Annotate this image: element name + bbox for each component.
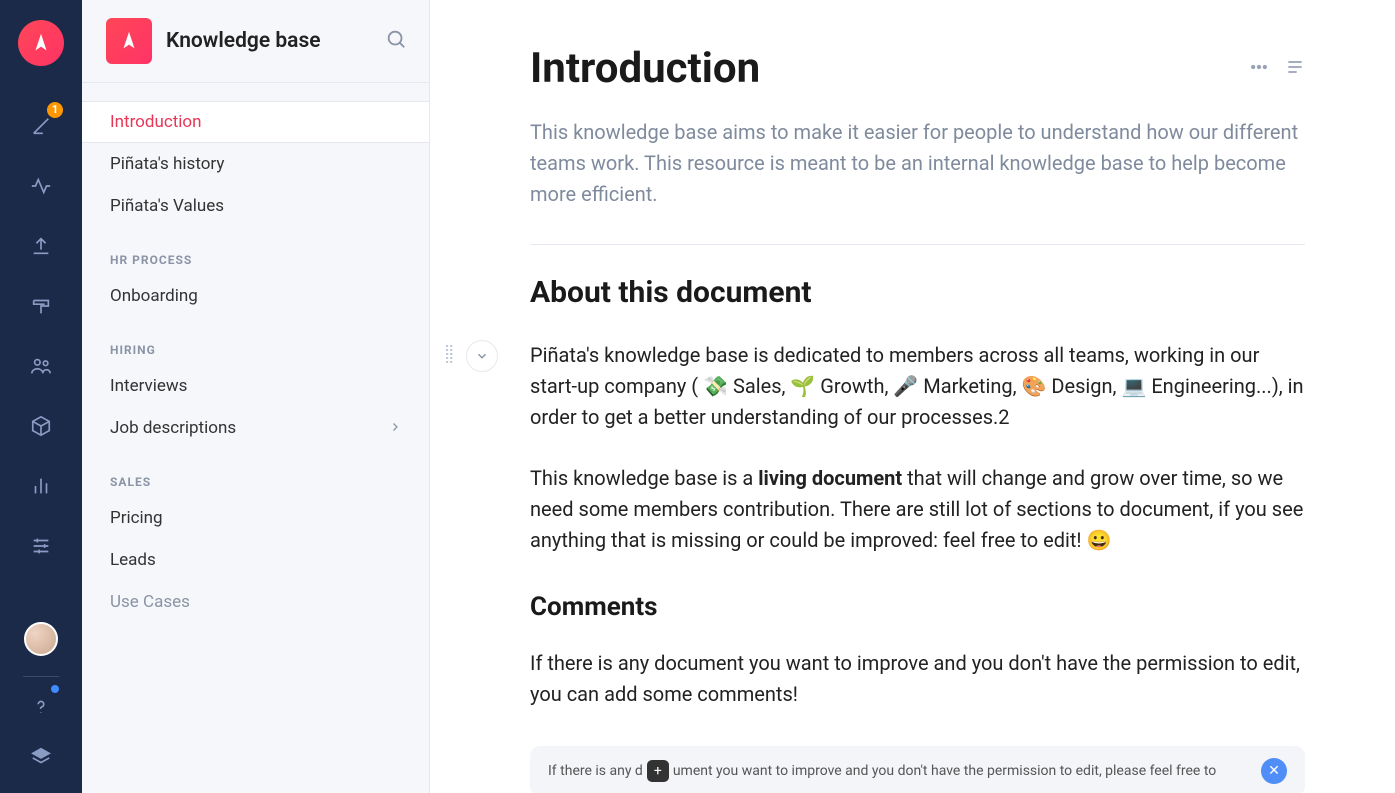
callout-text: If there is any d — [548, 763, 643, 779]
document-main: Introduction This knowledge base aims to… — [430, 0, 1395, 793]
sidebar: Knowledge base Introduction Piñata's his… — [82, 0, 430, 793]
text: 💸 Sales, — [703, 374, 790, 398]
page-title: Introduction — [530, 44, 1233, 93]
doc-intro: This knowledge base aims to make it easi… — [530, 117, 1305, 210]
rail-paint[interactable] — [21, 286, 61, 326]
callout-text: ument you want to improve and you don't … — [673, 763, 1216, 779]
text-bold: living document — [758, 466, 902, 490]
app-logo[interactable] — [18, 20, 64, 66]
nav-item-introduction[interactable]: Introduction — [82, 101, 429, 143]
collapse-button[interactable] — [466, 340, 498, 372]
rail-help[interactable] — [21, 687, 61, 727]
text: This knowledge base is a — [530, 466, 758, 490]
nav-section-hiring: HIRING — [82, 317, 429, 365]
heading-about: About this document — [530, 275, 1305, 310]
rail-layers[interactable] — [21, 737, 61, 777]
rail-badge: 1 — [47, 102, 63, 118]
nav-section-hr: HR PROCESS — [82, 227, 429, 275]
heading-comments: Comments — [530, 592, 1305, 622]
doc-block: ⠿⠿ Piñata's knowledge base is dedicated … — [530, 340, 1305, 433]
text: 🎨 Design, — [1022, 374, 1122, 398]
outline-icon[interactable] — [1285, 57, 1305, 81]
more-icon[interactable] — [1249, 57, 1269, 81]
block-handle: ⠿⠿ — [444, 340, 498, 372]
text: 🎤 Marketing, — [893, 374, 1021, 398]
nav-label: Piñata's history — [110, 154, 224, 174]
nav-label: Interviews — [110, 376, 187, 396]
app-rail: 1 — [0, 0, 82, 793]
doc-title-row: Introduction — [530, 44, 1305, 93]
nav-item-use-cases[interactable]: Use Cases — [82, 581, 429, 623]
nav-item-job-descriptions[interactable]: Job descriptions — [82, 407, 429, 449]
chevron-right-icon — [389, 418, 401, 438]
doc-paragraph-3: If there is any document you want to imp… — [530, 648, 1305, 710]
nav-label: Job descriptions — [110, 418, 236, 438]
callout-close-icon[interactable]: ✕ — [1261, 758, 1287, 784]
nav-item-history[interactable]: Piñata's history — [82, 143, 429, 185]
nav-item-interviews[interactable]: Interviews — [82, 365, 429, 407]
rail-upload[interactable] — [21, 226, 61, 266]
kb-logo[interactable] — [106, 18, 152, 64]
nav-item-values[interactable]: Piñata's Values — [82, 185, 429, 227]
nav-label: Introduction — [110, 112, 202, 132]
kb-title: Knowledge base — [166, 29, 385, 53]
nav-label: Pricing — [110, 508, 163, 528]
rail-sliders[interactable] — [21, 526, 61, 566]
divider — [530, 244, 1305, 245]
sidebar-header: Knowledge base — [82, 0, 429, 83]
nav-label: Piñata's Values — [110, 196, 224, 216]
doc-paragraph-2: This knowledge base is a living document… — [530, 463, 1305, 556]
search-icon[interactable] — [385, 28, 407, 54]
rail-activity[interactable] — [21, 166, 61, 206]
nav-item-leads[interactable]: Leads — [82, 539, 429, 581]
rail-notes[interactable]: 1 — [21, 106, 61, 146]
callout: If there is any d + ument you want to im… — [530, 746, 1305, 793]
drag-handle-icon[interactable]: ⠿⠿ — [444, 348, 456, 364]
nav-section-sales: SALES — [82, 449, 429, 497]
callout-plus-icon[interactable]: + — [647, 760, 669, 782]
rail-people[interactable] — [21, 346, 61, 386]
help-dot — [51, 685, 59, 693]
nav-item-pricing[interactable]: Pricing — [82, 497, 429, 539]
nav-item-onboarding[interactable]: Onboarding — [82, 275, 429, 317]
nav-label: Use Cases — [110, 592, 190, 612]
doc-paragraph-1: Piñata's knowledge base is dedicated to … — [530, 340, 1305, 433]
rail-cube[interactable] — [21, 406, 61, 446]
text: 🌱 Growth, — [790, 374, 893, 398]
nav-label: Onboarding — [110, 286, 198, 306]
avatar[interactable] — [24, 622, 58, 656]
rail-divider — [23, 676, 59, 677]
sidebar-nav: Introduction Piñata's history Piñata's V… — [82, 83, 429, 793]
nav-label: Leads — [110, 550, 156, 570]
rail-stats[interactable] — [21, 466, 61, 506]
